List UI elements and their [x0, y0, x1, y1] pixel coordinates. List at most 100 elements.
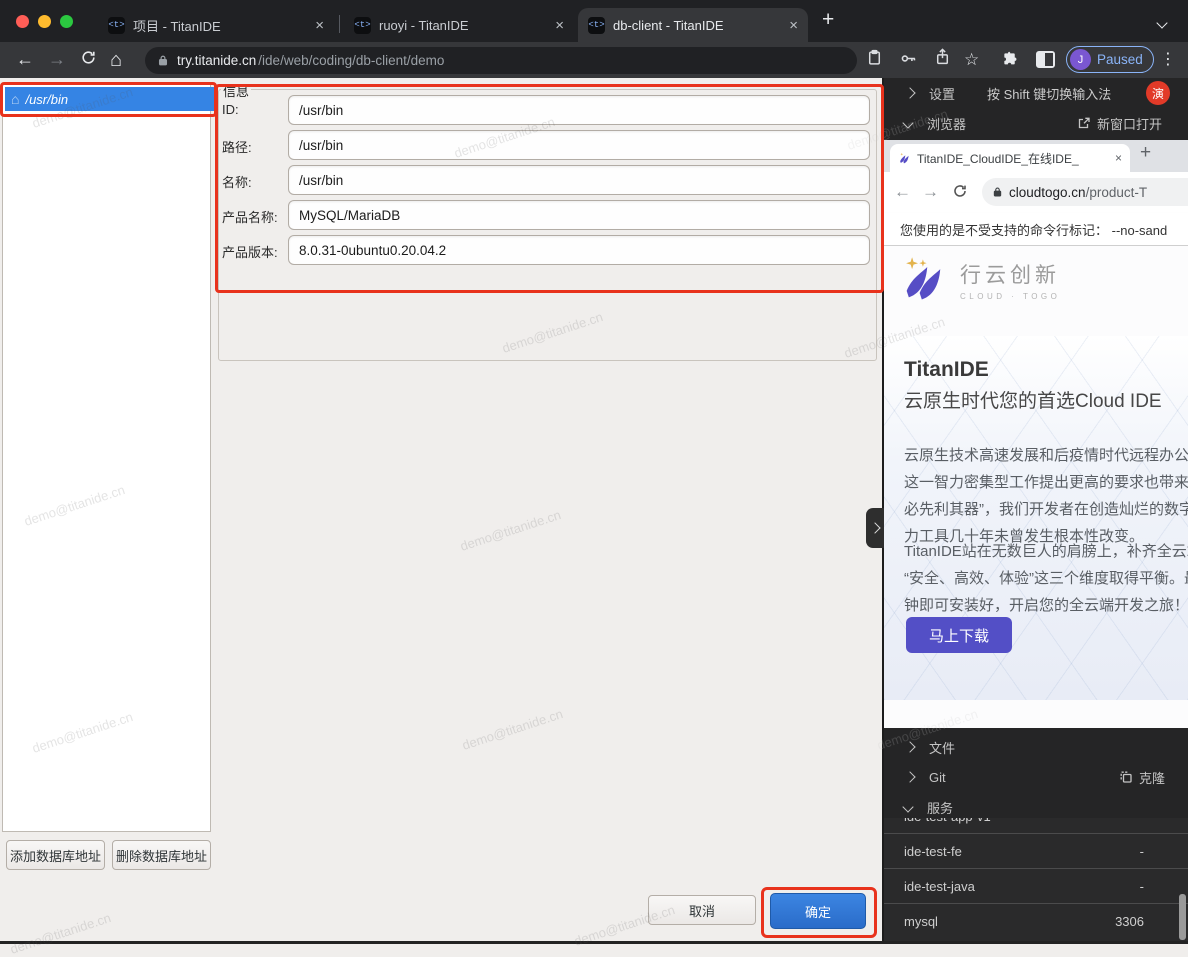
download-button[interactable]: 马上下载	[906, 617, 1012, 653]
lock-icon	[992, 186, 1003, 198]
tab-label: db-client - TitanIDE	[613, 18, 781, 33]
cloudtogo-logo-icon	[898, 152, 911, 165]
service-name: ide-test-fe	[904, 844, 962, 859]
panel-collapse-handle[interactable]	[866, 508, 884, 548]
key-icon[interactable]	[900, 50, 917, 67]
brand-name: 行云创新	[960, 259, 1060, 289]
share-icon[interactable]	[934, 48, 951, 65]
traffic-minimize-button[interactable]	[38, 15, 51, 28]
home-button[interactable]: ⌂	[110, 44, 122, 76]
preview-tab-title: TitanIDE_CloudIDE_在线IDE_	[917, 150, 1109, 167]
preview-forward-button[interactable]: →	[922, 180, 939, 204]
git-clone-button[interactable]: 克隆	[1119, 768, 1165, 787]
titanide-favicon: <t>	[588, 17, 605, 34]
profile-paused-pill[interactable]: J Paused	[1066, 46, 1154, 73]
tab-search-chevron-icon[interactable]	[1158, 14, 1166, 32]
preview-url-host: cloudtogo.cn	[1009, 185, 1086, 200]
brand-subtitle: CLOUD · TOGO	[960, 292, 1060, 301]
service-port: -	[1140, 818, 1144, 824]
ime-hint: 按 Shift 键切换输入法	[987, 84, 1111, 103]
hero-subtitle: 云原生时代您的首选Cloud IDE	[904, 386, 1162, 413]
browser-label: 浏览器	[927, 114, 966, 133]
forward-button[interactable]: →	[48, 45, 66, 74]
preview-new-tab-button[interactable]: +	[1140, 142, 1151, 164]
scrollbar-thumb[interactable]	[1179, 894, 1186, 940]
menu-dots-icon[interactable]: ⋮	[1160, 47, 1176, 73]
product-version-field[interactable]	[288, 235, 870, 265]
service-port: -	[1140, 879, 1144, 894]
close-tab-icon[interactable]: ×	[1115, 151, 1122, 165]
address-bar[interactable]: try.titanide.cn/ide/web/coding/db-client…	[145, 47, 857, 74]
profile-status: Paused	[1097, 52, 1143, 67]
settings-label: 设置	[929, 84, 955, 103]
cloudtogo-logo-icon	[898, 254, 950, 306]
db-client-page: ⌂ /usr/bin 信息 ID: 路径: 名称: 产品名称: 产品版本: 添加…	[0, 78, 884, 944]
files-section-row[interactable]: 文件	[884, 732, 1188, 762]
profile-avatar: J	[1070, 49, 1091, 70]
delete-database-label: 删除数据库地址	[116, 846, 207, 865]
browser-section-row[interactable]: 浏览器 新窗口打开	[884, 108, 1188, 138]
tab-project[interactable]: <t> 项目 - TitanIDE ×	[98, 8, 334, 42]
url-host: try.titanide.cn	[177, 53, 256, 68]
service-name: ide-test-app-v1	[904, 818, 991, 824]
clone-icon	[1119, 770, 1133, 784]
tab-divider	[339, 15, 340, 33]
demo-badge[interactable]: 演	[1146, 81, 1170, 105]
preview-url-path: /product-T	[1086, 185, 1148, 200]
reload-button[interactable]	[80, 49, 97, 66]
clipboard-icon[interactable]	[866, 49, 883, 66]
new-tab-button[interactable]: +	[822, 8, 834, 32]
confirm-button[interactable]: 确定	[770, 893, 866, 929]
tab-db-client-active[interactable]: <t> db-client - TitanIDE ×	[578, 8, 808, 42]
extensions-puzzle-icon[interactable]	[1002, 49, 1019, 66]
cancel-button[interactable]: 取消	[648, 895, 756, 925]
tab-label: ruoyi - TitanIDE	[379, 18, 547, 33]
traffic-zoom-button[interactable]	[60, 15, 73, 28]
service-row[interactable]: ide-test-app-v1 -	[884, 818, 1188, 834]
download-label: 马上下载	[929, 625, 989, 646]
service-row[interactable]: ide-test-java -	[884, 868, 1188, 903]
service-port: -	[1140, 844, 1144, 859]
name-field[interactable]	[288, 165, 870, 195]
service-port: 3306	[1115, 914, 1144, 929]
field-label-name: 名称:	[222, 172, 252, 191]
path-field[interactable]	[288, 130, 870, 160]
preview-tab[interactable]: TitanIDE_CloudIDE_在线IDE_ ×	[890, 144, 1130, 172]
home-icon: ⌂	[11, 92, 19, 106]
service-row[interactable]: ide-test-fe -	[884, 833, 1188, 868]
side-panel-icon[interactable]	[1036, 51, 1055, 68]
back-button[interactable]: ←	[16, 45, 34, 74]
settings-section-row[interactable]: 设置 按 Shift 键切换输入法	[884, 78, 1188, 108]
close-tab-icon[interactable]: ×	[315, 18, 324, 33]
preview-back-button[interactable]: ←	[894, 180, 911, 204]
tab-strip: <t> 项目 - TitanIDE × <t> ruoyi - TitanIDE…	[0, 0, 1188, 42]
git-label: Git	[929, 770, 946, 785]
close-tab-icon[interactable]: ×	[555, 18, 564, 33]
bookmark-star-icon[interactable]: ☆	[964, 46, 979, 73]
open-new-window-button[interactable]: 新窗口打开	[1077, 114, 1162, 133]
hero-title: TitanIDE	[904, 358, 989, 382]
database-list-item-selected[interactable]: ⌂ /usr/bin	[5, 87, 214, 111]
open-new-window-label: 新窗口打开	[1097, 114, 1162, 133]
field-label-product-name: 产品名称:	[222, 207, 278, 226]
close-tab-icon[interactable]: ×	[789, 18, 798, 33]
confirm-label: 确定	[805, 902, 831, 921]
preview-address-bar[interactable]: cloudtogo.cn/product-T	[982, 178, 1188, 206]
delete-database-button[interactable]: 删除数据库地址	[112, 840, 211, 870]
tab-label: 项目 - TitanIDE	[133, 16, 307, 35]
files-label: 文件	[929, 738, 955, 757]
ide-side-panel: 设置 按 Shift 键切换输入法 演 浏览器 新窗口打开 TitanIDE_C…	[884, 78, 1188, 944]
id-field[interactable]	[288, 95, 870, 125]
preview-toolbar: ← → cloudtogo.cn/product-T	[884, 172, 1188, 214]
tab-ruoyi[interactable]: <t> ruoyi - TitanIDE ×	[344, 8, 574, 42]
traffic-close-button[interactable]	[16, 15, 29, 28]
service-row[interactable]: mysql 3306	[884, 903, 1188, 938]
add-database-button[interactable]: 添加数据库地址	[6, 840, 105, 870]
field-label-path: 路径:	[222, 137, 252, 156]
preview-reload-button[interactable]	[952, 183, 968, 199]
services-label: 服务	[927, 798, 953, 817]
git-section-row[interactable]: Git 克隆	[884, 762, 1188, 792]
product-name-field[interactable]	[288, 200, 870, 230]
services-list: ide-test-app-v1 - ide-test-fe - ide-test…	[884, 818, 1188, 944]
browser-preview: TitanIDE_CloudIDE_在线IDE_ × + ← → cloudto…	[884, 140, 1188, 728]
